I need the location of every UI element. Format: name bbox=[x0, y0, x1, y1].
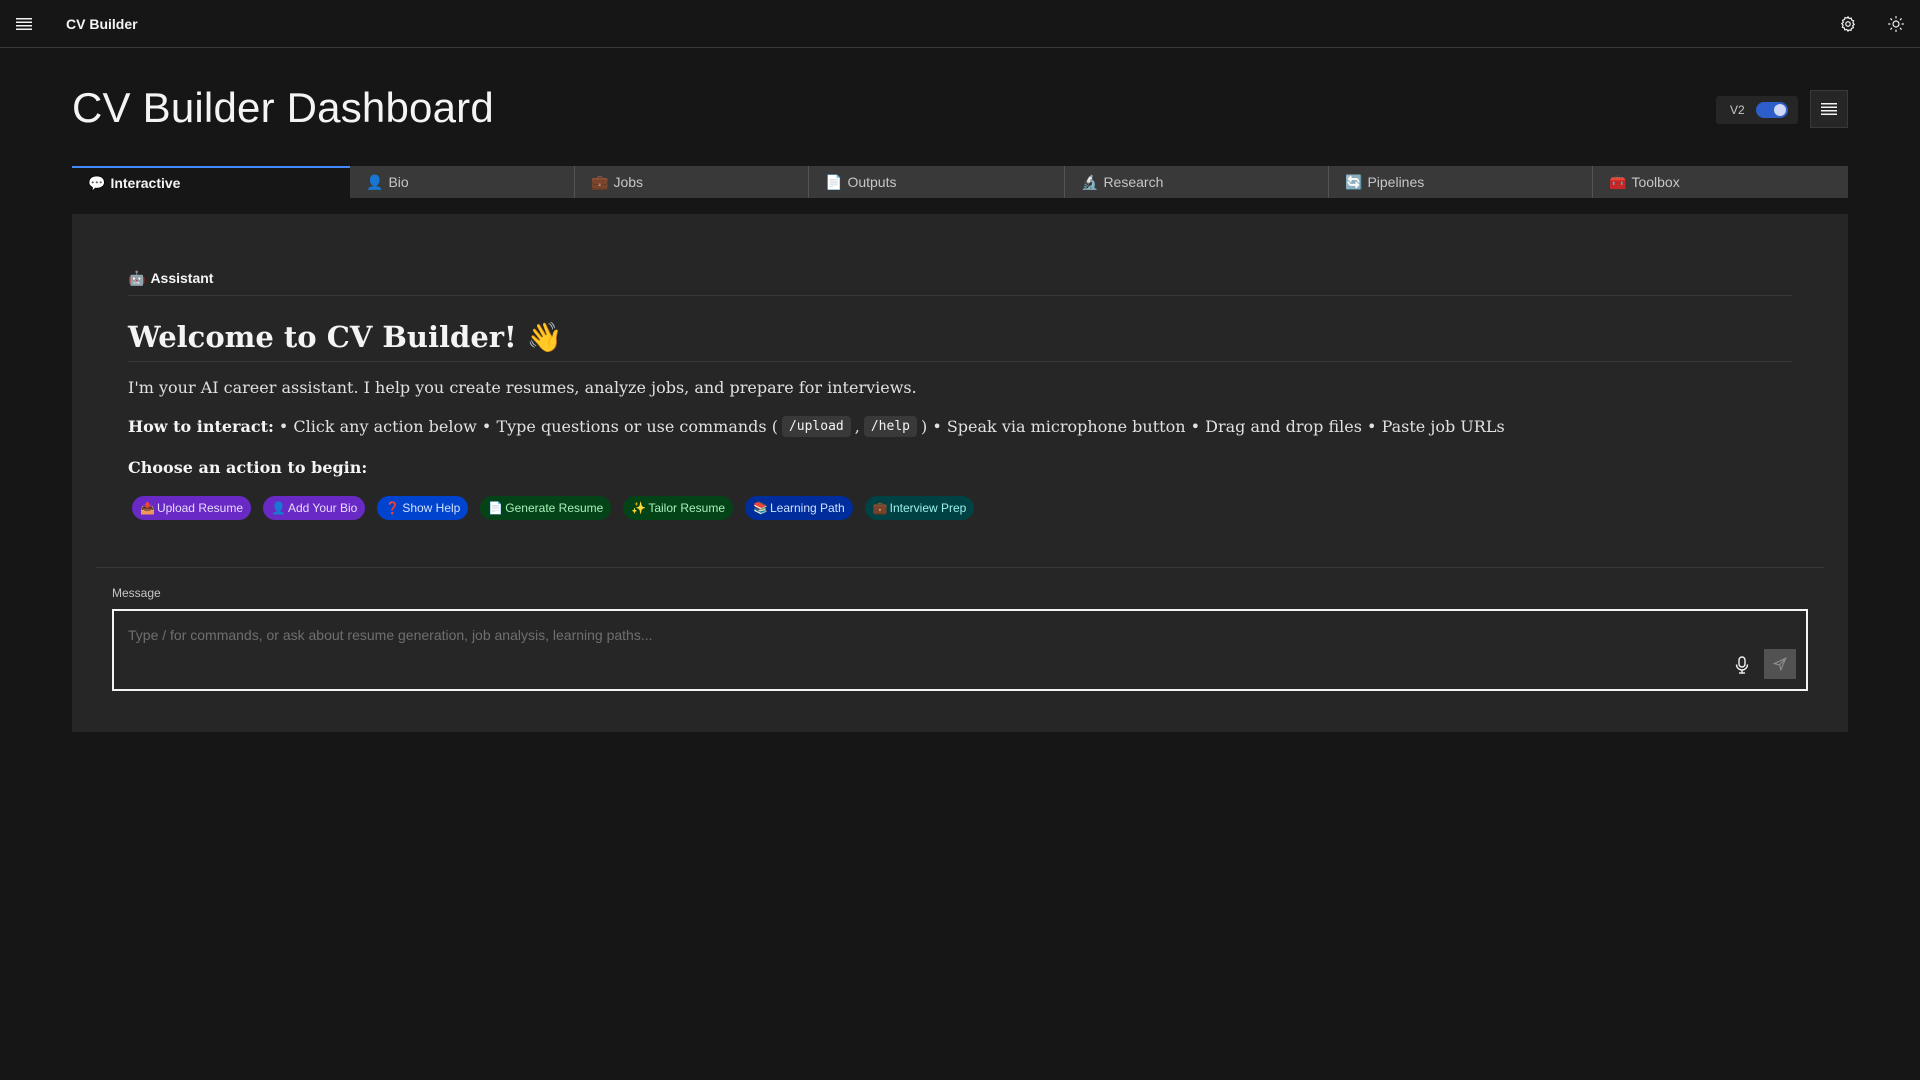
app-name: CV Builder bbox=[66, 15, 138, 32]
command-upload: /upload bbox=[781, 416, 851, 437]
message-box bbox=[112, 609, 1808, 691]
chip-label: Tailor Resume bbox=[648, 501, 726, 515]
message-input[interactable] bbox=[128, 623, 1708, 647]
panel-divider bbox=[96, 567, 1824, 568]
tab-research[interactable]: 🔬 Research bbox=[1065, 166, 1329, 198]
show-help-button[interactable]: ❓ Show Help bbox=[377, 496, 469, 520]
briefcase-icon: 💼 bbox=[872, 501, 888, 515]
upload-resume-button[interactable]: 📤 Upload Resume bbox=[132, 496, 251, 520]
view-menu-button[interactable] bbox=[1810, 90, 1848, 128]
document-icon: 📄 bbox=[825, 173, 843, 190]
sparkles-icon: ✨ bbox=[631, 501, 647, 515]
theme-toggle-button[interactable] bbox=[1872, 0, 1920, 48]
hamburger-menu-icon bbox=[16, 17, 32, 30]
assistant-label: Assistant bbox=[150, 270, 214, 286]
robot-icon: 🤖 bbox=[128, 270, 146, 286]
document-icon: 📄 bbox=[488, 501, 504, 515]
how-label: How to interact: bbox=[128, 417, 274, 436]
tab-label: Research bbox=[1103, 174, 1164, 190]
cycle-icon: 🔄 bbox=[1345, 173, 1363, 190]
question-icon: ❓ bbox=[385, 501, 401, 515]
tab-bio[interactable]: 👤 Bio bbox=[350, 166, 575, 198]
interview-prep-button[interactable]: 💼 Interview Prep bbox=[864, 496, 975, 520]
chip-label: Upload Resume bbox=[156, 501, 243, 515]
version-label: V2 bbox=[1730, 103, 1745, 117]
settings-button[interactable] bbox=[1824, 0, 1872, 48]
tab-jobs[interactable]: 💼 Jobs bbox=[575, 166, 809, 198]
main-tabs: 💬 Interactive 👤 Bio 💼 Jobs 📄 Outputs 🔬 R… bbox=[72, 166, 1848, 198]
header-actions bbox=[1824, 0, 1920, 48]
message-label: Message bbox=[112, 586, 161, 600]
how-text-part1: • Click any action below • Type question… bbox=[278, 417, 778, 436]
assistant-header: 🤖 Assistant bbox=[128, 270, 1792, 296]
tailor-resume-button[interactable]: ✨ Tailor Resume bbox=[623, 496, 734, 520]
tab-pipelines[interactable]: 🔄 Pipelines bbox=[1329, 166, 1593, 198]
add-bio-button[interactable]: 👤 Add Your Bio bbox=[263, 496, 366, 520]
switch-knob bbox=[1774, 104, 1786, 116]
top-header: CV Builder bbox=[0, 0, 1920, 48]
send-icon bbox=[1773, 657, 1787, 671]
command-help: /help bbox=[863, 416, 917, 437]
tab-label: Interactive bbox=[110, 175, 181, 191]
outbox-icon: 📤 bbox=[140, 501, 155, 515]
how-comma: , bbox=[854, 417, 860, 436]
chip-label: Learning Path bbox=[769, 501, 845, 515]
sun-icon bbox=[1888, 15, 1904, 32]
how-text-part2: ) • Speak via microphone button • Drag a… bbox=[920, 417, 1505, 436]
tab-interactive[interactable]: 💬 Interactive bbox=[72, 166, 350, 198]
microphone-button[interactable] bbox=[1730, 651, 1754, 679]
chat-bubble-icon: 💬 bbox=[88, 174, 106, 191]
tab-outputs[interactable]: 📄 Outputs bbox=[809, 166, 1065, 198]
person-icon: 👤 bbox=[271, 501, 286, 515]
page-title: CV Builder Dashboard bbox=[72, 84, 494, 131]
person-icon: 👤 bbox=[366, 173, 384, 190]
how-to-interact: How to interact: • Click any action belo… bbox=[128, 416, 1505, 437]
chip-label: Show Help bbox=[402, 501, 461, 515]
generate-resume-button[interactable]: 📄 Generate Resume bbox=[480, 496, 612, 520]
gear-icon bbox=[1840, 15, 1856, 32]
welcome-title: Welcome to CV Builder! 👋 bbox=[128, 320, 1792, 362]
tab-label: Toolbox bbox=[1631, 174, 1680, 190]
tab-toolbox[interactable]: 🧰 Toolbox bbox=[1593, 166, 1848, 198]
chip-label: Interview Prep bbox=[889, 501, 967, 515]
books-icon: 📚 bbox=[753, 501, 768, 515]
toolbox-icon: 🧰 bbox=[1609, 173, 1627, 190]
briefcase-icon: 💼 bbox=[591, 173, 609, 190]
tab-label: Jobs bbox=[613, 174, 644, 190]
version-switch[interactable] bbox=[1756, 102, 1788, 118]
tab-label: Bio bbox=[388, 174, 409, 190]
hamburger-menu-button[interactable] bbox=[0, 0, 48, 48]
send-button[interactable] bbox=[1764, 649, 1796, 679]
chip-label: Add Your Bio bbox=[287, 501, 358, 515]
tab-label: Outputs bbox=[847, 174, 897, 190]
chip-label: Generate Resume bbox=[505, 501, 604, 515]
version-toggle[interactable]: V2 bbox=[1716, 96, 1798, 124]
tab-label: Pipelines bbox=[1367, 174, 1425, 190]
interactive-panel: 🤖 Assistant Welcome to CV Builder! 👋 I'm… bbox=[72, 214, 1848, 732]
microphone-icon bbox=[1735, 656, 1749, 674]
action-chips: 📤 Upload Resume 👤 Add Your Bio ❓ Show He… bbox=[132, 496, 975, 520]
intro-text: I'm your AI career assistant. I help you… bbox=[128, 378, 917, 397]
choose-action-label: Choose an action to begin: bbox=[128, 458, 368, 477]
microscope-icon: 🔬 bbox=[1081, 173, 1099, 190]
list-icon bbox=[1821, 103, 1837, 115]
learning-path-button[interactable]: 📚 Learning Path bbox=[745, 496, 853, 520]
